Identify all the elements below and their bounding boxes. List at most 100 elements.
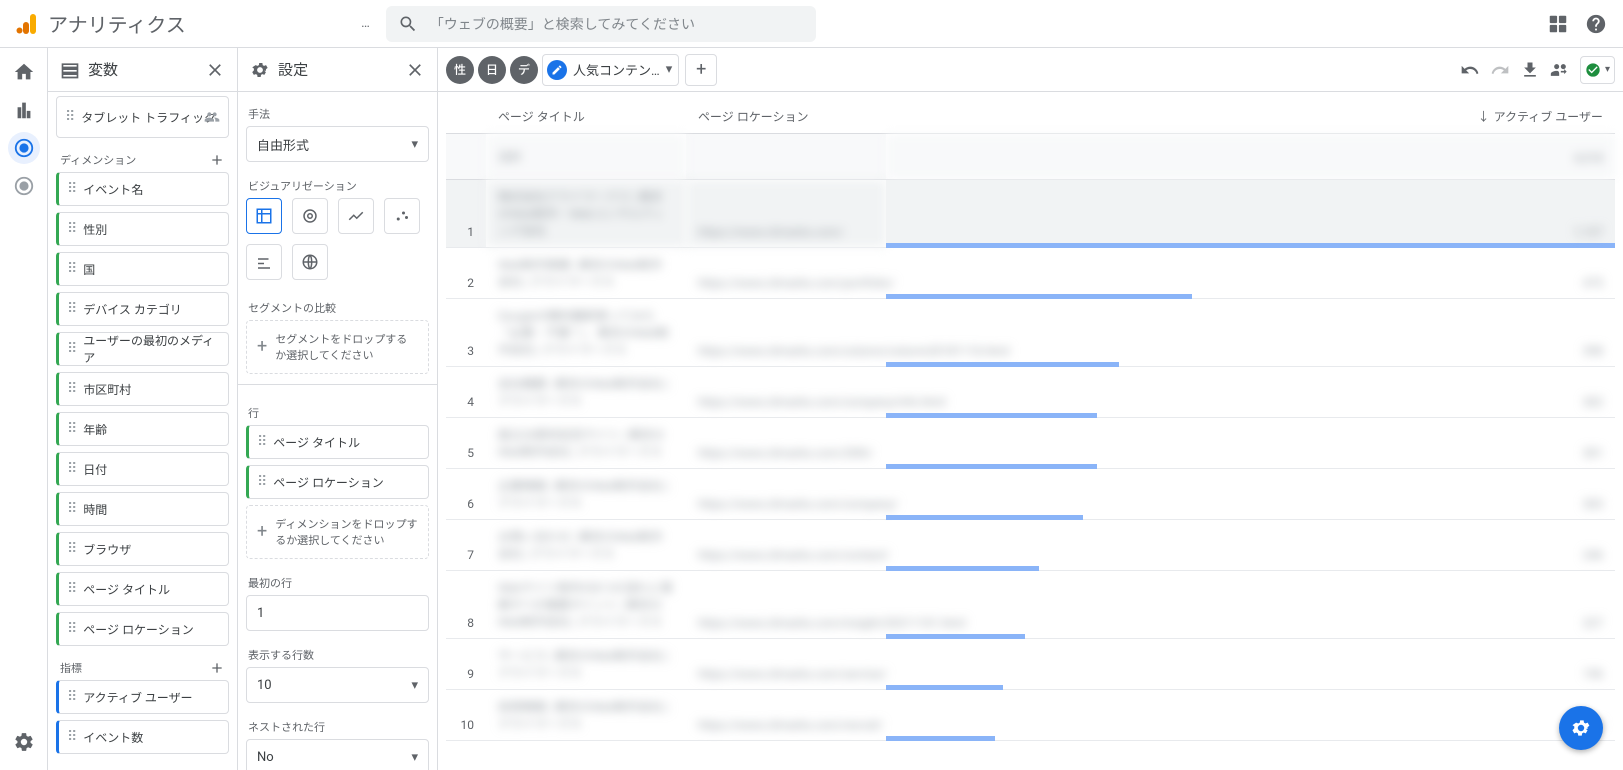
drag-handle-icon: ⠿ [65, 109, 73, 125]
status-indicator[interactable]: ▾ [1580, 56, 1615, 84]
dimension-chip[interactable]: ⠿ユーザーの最初のメディア [56, 332, 229, 366]
table-row[interactable]: 5設立20周年記念サイト | 東京のWeb制作会社 | クライマークスhttps… [446, 418, 1615, 469]
dimension-chip[interactable]: ⠿日付 [56, 452, 229, 486]
dimension-chip[interactable]: ⠿ 市区町村 [56, 372, 229, 406]
nav-explore[interactable] [8, 132, 40, 164]
dimension-chip[interactable]: ⠿ページ ロケーション [56, 612, 229, 646]
variables-title: 変数 [88, 59, 118, 80]
table-row[interactable]: 8Webサイト制作の8つの流れと理解すべき重要ポイント | 東京のWeb制作会社… [446, 571, 1615, 639]
drag-handle-icon: ⠿ [67, 621, 75, 637]
share-icon[interactable] [1550, 60, 1570, 80]
more-dots[interactable]: … [361, 16, 370, 31]
viz-geo-icon[interactable] [292, 244, 328, 280]
segment-drop-area[interactable]: + セグメントをドロップするか選択してください [246, 320, 429, 374]
tab-button[interactable]: 性 [446, 56, 474, 84]
th-page-title[interactable]: ページ タイトル [486, 100, 686, 134]
viz-table-icon[interactable] [246, 198, 282, 234]
table-row[interactable]: 3Googleの無料翻訳使ってみた「必要・不要？」 東京のWeb制作会社 | ク… [446, 299, 1615, 367]
cell-page-title: 設立20周年記念サイト | 東京のWeb制作会社 | クライマークス [486, 418, 686, 469]
active-tab[interactable]: 人気コンテン… ▾ [542, 54, 679, 86]
table-row[interactable]: 9サービス | 東京のWeb制作会社 | クライマークスhttps://www.… [446, 639, 1615, 690]
undo-icon[interactable] [1460, 60, 1480, 80]
drag-handle-icon: ⠿ [67, 221, 75, 237]
nav-home[interactable] [8, 56, 40, 88]
row-index: 9 [446, 639, 486, 690]
help-icon[interactable] [1585, 13, 1607, 35]
drag-handle-icon: ⠿ [67, 181, 75, 197]
th-metric[interactable]: ↓アクティブ ユーザー [886, 100, 1615, 134]
method-select[interactable]: 自由形式 ▾ [246, 126, 429, 162]
table-row[interactable]: 7お問い合わせ | 東京のWeb制作会社 | クライマークスhttps://ww… [446, 520, 1615, 571]
tab-button[interactable]: デ [510, 56, 538, 84]
dimension-label: 時間 [83, 501, 107, 518]
drag-handle-icon: ⠿ [67, 421, 75, 437]
row-index: 5 [446, 418, 486, 469]
redo-icon[interactable] [1490, 60, 1510, 80]
show-rows-select[interactable]: 10 ▾ [246, 667, 429, 703]
row-dim-drop[interactable]: + ディメンションをドロップするか選択してください [246, 505, 429, 559]
dimension-chip[interactable]: ⠿ページ タイトル [56, 572, 229, 606]
nav-advertising[interactable] [8, 170, 40, 202]
tab-button[interactable]: 日 [478, 56, 506, 84]
metric-chip[interactable]: ⠿イベント数 [56, 720, 229, 754]
close-settings-icon[interactable] [405, 60, 425, 80]
metric-chip[interactable]: ⠿アクティブ ユーザー [56, 680, 229, 714]
logo[interactable]: アナリティクス [16, 9, 186, 38]
nav-reports[interactable] [8, 94, 40, 126]
cell-page-location: https://www.climarks.com/recruit/ [686, 690, 886, 741]
add-metric-icon[interactable] [209, 660, 225, 676]
first-row-input[interactable]: 1 [246, 595, 429, 631]
row-index: 1 [446, 180, 486, 248]
segment-chip-tablet[interactable]: ⠿ タブレット トラフィック [56, 96, 229, 138]
nav-admin[interactable] [8, 726, 40, 758]
total-row: 合計4,318 [446, 134, 1615, 180]
dimension-label: 性別 [83, 221, 107, 238]
add-tab-button[interactable]: + [685, 54, 717, 86]
dimension-label: 市区町村 [83, 381, 131, 398]
add-dimension-icon[interactable] [209, 152, 225, 168]
dimension-chip[interactable]: ⠿ 年齢 [56, 412, 229, 446]
cell-page-title: Googleの無料翻訳使ってみた「必要・不要？」 東京のWeb制作会社 | クラ… [486, 299, 686, 367]
viz-scatter-icon[interactable] [384, 198, 420, 234]
table-row[interactable]: 6企業情報 | 東京のWeb制作会社 | クライマークスhttps://www.… [446, 469, 1615, 520]
cell-metric: 1,107 [886, 180, 1615, 248]
row-dimension-chip[interactable]: ⠿ページ ロケーション [246, 465, 429, 499]
table-row[interactable]: 4会社概要 | 東京のWeb制作会社 | クライマークスhttps://www.… [446, 367, 1615, 418]
viz-donut-icon[interactable] [292, 198, 328, 234]
dimension-chip[interactable]: ⠿ 性別 [56, 212, 229, 246]
dimension-label: 年齢 [83, 421, 107, 438]
drag-handle-icon: ⠿ [67, 461, 75, 477]
check-circle-icon [1585, 62, 1601, 78]
insights-fab[interactable] [1559, 706, 1603, 750]
table-row[interactable]: 10採用情報 | 東京のWeb制作会社 | クライマークスhttps://www… [446, 690, 1615, 741]
first-row-label: 最初の行 [246, 565, 429, 595]
row-dimension-chip[interactable]: ⠿ページ タイトル [246, 425, 429, 459]
download-icon[interactable] [1520, 60, 1540, 80]
cell-page-location: https://www.climarks.com/column/column20… [686, 299, 886, 367]
search-bar[interactable]: 「ウェブの概要」と検索してみてください [386, 6, 816, 42]
cell-page-location: https://www.climarks.com/service/ [686, 639, 886, 690]
nav-rail [0, 48, 48, 770]
dimension-chip[interactable]: ⠿イベント名 [56, 172, 229, 206]
dimension-chip[interactable]: ⠿デバイス カテゴリ [56, 292, 229, 326]
dimension-chip[interactable]: ⠿時間 [56, 492, 229, 526]
apps-icon[interactable] [1547, 13, 1569, 35]
metrics-section-header: 指標 [56, 652, 229, 680]
ga-logo-icon [16, 12, 40, 36]
viz-bar-icon[interactable] [246, 244, 282, 280]
method-label: 手法 [246, 96, 429, 126]
nested-rows-select[interactable]: No ▾ [246, 739, 429, 770]
table-row[interactable]: 1株式会社クライマークス | 東京のWeb制作・Webコンサルティング会社htt… [446, 180, 1615, 248]
viz-line-icon[interactable] [338, 198, 374, 234]
cell-page-location: https://www.climarks.com/company/ [686, 469, 886, 520]
th-page-location[interactable]: ページ ロケーション [686, 100, 886, 134]
gear-icon [250, 60, 270, 80]
drag-handle-icon: ⠿ [67, 381, 75, 397]
dimension-chip[interactable]: ⠿ブラウザ [56, 532, 229, 566]
table-row[interactable]: 2Web制作実績 | 東京のWeb制作会社 | クライマークスhttps://w… [446, 248, 1615, 299]
dimension-chip[interactable]: ⠿国 [56, 252, 229, 286]
dimension-label: デバイス カテゴリ [83, 301, 182, 318]
close-variables-icon[interactable] [205, 60, 225, 80]
total-label: 合計 [486, 134, 686, 180]
chevron-down-icon[interactable]: ▾ [666, 62, 673, 77]
